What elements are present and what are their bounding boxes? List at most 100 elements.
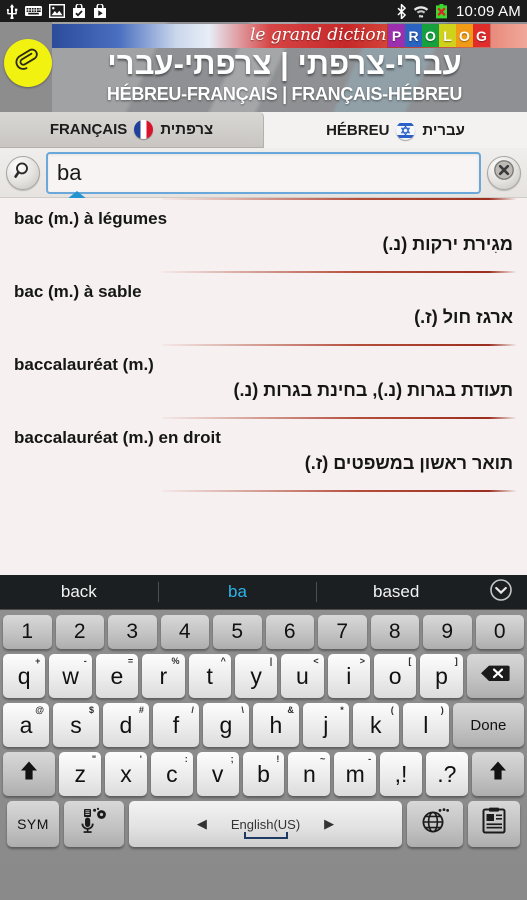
entry-hebrew: תואר ראשון במשפטים (ז.) [304,453,513,473]
key-a[interactable]: @ a [3,703,49,747]
key-8[interactable]: 8 [370,615,419,649]
key-symbols[interactable]: SYM [7,801,59,847]
prolog-letter-l: L [439,24,456,47]
key-9[interactable]: 9 [423,615,472,649]
key-t-label: t [206,662,213,689]
key-2[interactable]: 2 [55,615,104,649]
space-bracket-indicator [243,832,288,839]
play-store-icon [93,3,107,19]
key-v-label: v [211,760,224,787]
key-shift-left[interactable] [3,752,56,796]
tab-francais-native: צרפתית [160,121,214,138]
key-n[interactable]: ~ n [288,752,331,796]
key-y-alt: | [269,656,273,666]
key-t-alt: ^ [220,656,226,666]
paperclip-badge[interactable] [4,39,52,87]
bluetooth-icon [396,3,407,19]
key-k[interactable]: (k [352,703,399,747]
prolog-logo: P R O L O G [388,24,490,47]
clear-search-button[interactable] [487,155,521,190]
microphone-settings-icon [79,807,109,841]
key-b[interactable]: ! b [242,752,285,796]
key-a-alt: @ [35,705,44,715]
key-k-alt: ( [390,705,394,715]
clipboard-icon [481,807,507,841]
key-6[interactable]: 6 [265,615,314,649]
key-s-label: s [70,711,82,738]
key-comma-exclaim[interactable]: ,! [380,752,422,796]
key-voice-input[interactable] [64,801,124,847]
tab-hebreu-native: עברית [422,121,465,139]
key-period-question[interactable]: .? [425,752,468,796]
key-p[interactable]: ] p [420,654,463,698]
key-done[interactable]: Done [452,703,524,747]
shift-arrow-icon [19,760,39,788]
key-r-alt: % [171,656,180,666]
key-a-label: a [19,711,33,738]
key-i-alt: > [359,656,366,666]
key-o[interactable]: [o [374,654,417,698]
space-next-language-arrow[interactable]: ▶ [324,816,334,832]
results-list[interactable]: bac (m.) à légumes מגִירת ירקות (נ.) bac… [0,198,527,575]
key-4[interactable]: 4 [160,615,209,649]
key-v[interactable]: ; v [196,752,239,796]
list-item[interactable]: baccalauréat (m.) תעודת בגרות (נ.), בחינ… [0,344,527,417]
key-clipboard[interactable] [468,801,520,847]
suggestion-0[interactable]: back [0,582,159,602]
search-button[interactable] [6,155,40,190]
key-x[interactable]: ' x [105,752,147,796]
key-c-label: c [166,760,178,787]
key-space[interactable]: ◀ English(US) ▶ [129,801,402,847]
key-m-label: m [345,760,365,787]
keyboard-row-qwerty: + q -w = e % r ^ t | y < u > i [o ] p [3,654,524,698]
suggestion-2[interactable]: based [317,582,475,602]
key-t[interactable]: ^ t [188,654,231,698]
key-shift-right[interactable] [471,752,525,796]
search-input[interactable] [46,151,481,194]
app-root: 10:09 AM le grand dictionnaire P R O L O… [0,0,527,900]
key-l[interactable]: ) l [402,703,449,747]
key-m[interactable]: -m [334,752,377,796]
key-g[interactable]: \ g [202,703,249,747]
key-y[interactable]: | y [234,654,278,698]
key-h[interactable]: & h [252,703,299,747]
list-item[interactable]: bac (m.) à sable ארגז חול (ז.) [0,271,527,344]
key-e-label: e [110,662,124,689]
entry-hebrew: מגִירת ירקות (נ.) [382,234,513,254]
prolog-letter-p: P [388,24,405,47]
key-q[interactable]: + q [3,654,46,698]
list-item-partial[interactable] [0,490,527,492]
prolog-letter-r: R [405,24,422,47]
key-backspace[interactable] [466,654,524,698]
key-3[interactable]: 3 [108,615,157,649]
prolog-letter-o1: O [422,24,439,47]
tab-hebreu[interactable]: HÉBREU עברית [264,112,527,148]
key-c[interactable]: :c [150,752,193,796]
key-z[interactable]: " z [59,752,102,796]
keyboard-icon [25,5,42,17]
key-5[interactable]: 5 [213,615,262,649]
key-i[interactable]: > i [327,654,371,698]
list-item[interactable]: baccalauréat (m.) en droit תואר ראשון במ… [0,417,527,490]
key-7[interactable]: 7 [318,615,367,649]
key-language-switch[interactable] [407,801,463,847]
key-r[interactable]: % r [142,654,185,698]
key-1[interactable]: 1 [3,615,52,649]
key-j[interactable]: * j [302,703,349,747]
key-e[interactable]: = e [95,654,139,698]
key-d[interactable]: # d [102,703,149,747]
keyboard-row-zxcv: " z ' x :c ; v ! b ~ n -m ,! .? [3,752,525,796]
key-u[interactable]: < u [281,654,324,698]
list-item[interactable]: bac (m.) à légumes מגִירת ירקות (נ.) [0,198,527,271]
key-s[interactable]: $ s [52,703,99,747]
suggestion-1[interactable]: ba [159,582,318,602]
suggestions-expand-button[interactable] [475,578,527,607]
suggestion-bar: back ba based [0,575,527,610]
key-u-label: u [296,662,309,689]
key-f[interactable]: / f [152,703,199,747]
space-language-label: English(US) [230,816,301,832]
key-w[interactable]: -w [49,654,92,698]
space-prev-language-arrow[interactable]: ◀ [197,816,207,832]
key-0[interactable]: 0 [475,615,524,649]
tab-francais[interactable]: FRANÇAIS צרפתית [0,112,264,148]
